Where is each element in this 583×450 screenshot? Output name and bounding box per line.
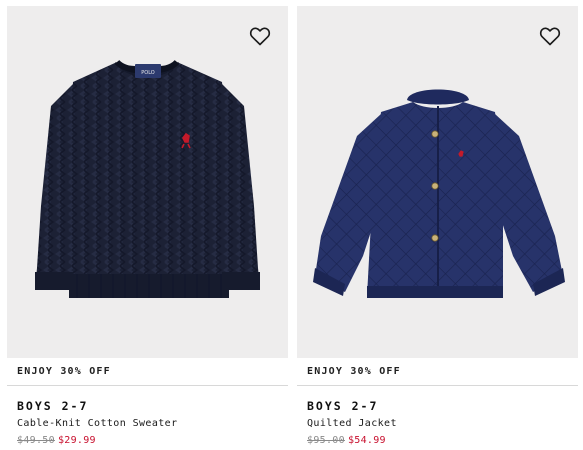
product-name[interactable]: Quilted Jacket	[307, 418, 397, 429]
product-category: BOYS 2-7	[17, 399, 89, 413]
svg-text:POLO: POLO	[141, 70, 155, 76]
product-card[interactable]: ENJOY 30% OFF BOYS 2-7 Quilted Jacket $9…	[297, 6, 578, 450]
product-category: BOYS 2-7	[307, 399, 379, 413]
product-grid: POLO ENJOY 30% OFF BOYS 2-7 Cable-Knit C…	[0, 0, 583, 450]
product-image[interactable]: POLO	[7, 6, 288, 358]
original-price: $95.00	[307, 435, 345, 446]
jacket-image	[313, 89, 565, 298]
sale-price: $29.99	[57, 435, 96, 446]
divider	[297, 385, 578, 386]
promo-label: ENJOY 30% OFF	[307, 366, 401, 377]
product-name[interactable]: Cable-Knit Cotton Sweater	[17, 418, 178, 429]
heart-outline-icon[interactable]	[248, 24, 272, 48]
divider	[7, 385, 288, 386]
promo-label: ENJOY 30% OFF	[17, 366, 111, 377]
price-row: $49.50 $29.99	[17, 435, 96, 446]
product-card[interactable]: POLO ENJOY 30% OFF BOYS 2-7 Cable-Knit C…	[7, 6, 288, 450]
original-price: $49.50	[17, 435, 55, 446]
price-row: $95.00 $54.99	[307, 435, 386, 446]
sale-price: $54.99	[347, 435, 386, 446]
product-image[interactable]	[297, 6, 578, 358]
heart-outline-icon[interactable]	[538, 24, 562, 48]
sweater-image: POLO	[35, 59, 260, 298]
